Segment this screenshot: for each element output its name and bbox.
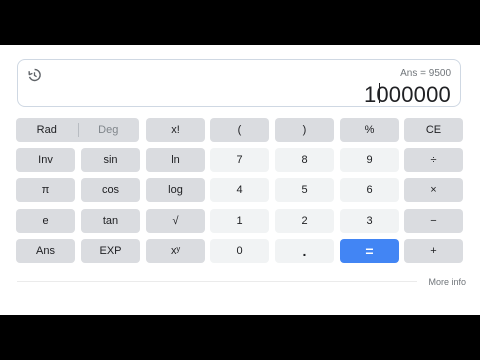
calculator-display: Ans = 9500 1000000 <box>17 59 461 107</box>
factorial-key[interactable]: x! <box>146 118 205 142</box>
right-paren-key[interactable]: ) <box>275 118 334 142</box>
rad-option[interactable]: Rad <box>16 124 78 136</box>
inverse-key[interactable]: Inv <box>16 148 75 172</box>
percent-key[interactable]: % <box>340 118 399 142</box>
ln-key[interactable]: ln <box>146 148 205 172</box>
deg-option[interactable]: Deg <box>78 124 140 136</box>
log-key[interactable]: log <box>146 178 205 202</box>
cos-key[interactable]: cos <box>81 178 140 202</box>
left-paren-key[interactable]: ( <box>210 118 269 142</box>
decimal-point-key[interactable]: . <box>275 239 334 263</box>
digit-3-key[interactable]: 3 <box>340 209 399 233</box>
equals-key[interactable]: = <box>340 239 399 263</box>
digit-5-key[interactable]: 5 <box>275 178 334 202</box>
power-key[interactable]: xʸ <box>146 239 205 263</box>
answer-key[interactable]: Ans <box>16 239 75 263</box>
result-value: 1000000 <box>363 82 451 107</box>
calculator-widget: Ans = 9500 1000000 Rad Deg x! ( ) % CE I… <box>0 45 480 315</box>
sin-key[interactable]: sin <box>81 148 140 172</box>
digit-8-key[interactable]: 8 <box>275 148 334 172</box>
more-info-link[interactable]: More info <box>428 277 466 287</box>
footer-divider <box>17 281 417 282</box>
tan-key[interactable]: tan <box>81 209 140 233</box>
minus-key[interactable]: − <box>404 209 463 233</box>
rad-deg-toggle[interactable]: Rad Deg <box>16 118 139 142</box>
sqrt-key[interactable]: √ <box>146 209 205 233</box>
rad-deg-divider <box>77 123 79 137</box>
clear-entry-key[interactable]: CE <box>404 118 463 142</box>
pi-key[interactable]: π <box>16 178 75 202</box>
digit-9-key[interactable]: 9 <box>340 148 399 172</box>
digit-0-key[interactable]: 0 <box>210 239 269 263</box>
divide-key[interactable]: ÷ <box>404 148 463 172</box>
digit-6-key[interactable]: 6 <box>340 178 399 202</box>
previous-answer: Ans = 9500 <box>400 68 451 79</box>
exp-key[interactable]: EXP <box>81 239 140 263</box>
digit-2-key[interactable]: 2 <box>275 209 334 233</box>
history-icon[interactable] <box>26 67 42 83</box>
multiply-key[interactable]: × <box>404 178 463 202</box>
digit-1-key[interactable]: 1 <box>210 209 269 233</box>
digit-4-key[interactable]: 4 <box>210 178 269 202</box>
plus-key[interactable]: + <box>404 239 463 263</box>
euler-key[interactable]: e <box>16 209 75 233</box>
digit-7-key[interactable]: 7 <box>210 148 269 172</box>
